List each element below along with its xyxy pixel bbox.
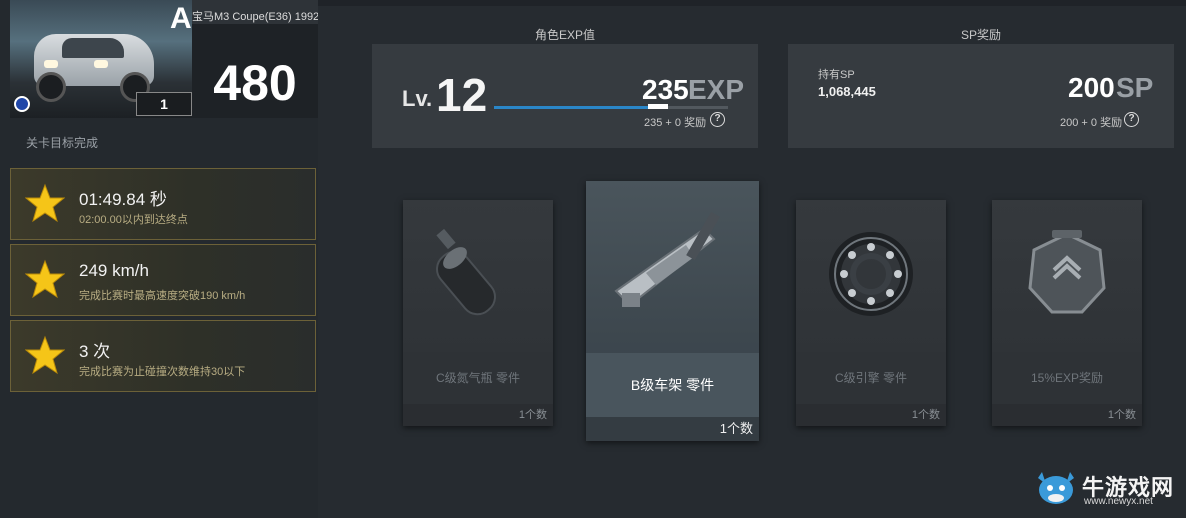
sp-held-value: 1,068,445 [818, 84, 876, 99]
nitro-bottle-icon [436, 228, 496, 316]
sp-panel: 持有SP 1,068,445 200 SP 200 + 0 奖励 ? [788, 44, 1174, 148]
top-strip [318, 0, 1186, 6]
star-icon [25, 259, 65, 299]
reward-quantity: 1个数 [518, 409, 547, 421]
reward-card-exp[interactable]: 15%EXP奖励 1个数 [992, 200, 1142, 426]
rank-badge: 1 [136, 92, 192, 116]
car-card[interactable]: 1 A 宝马M3 Coupe(E36) 1992 480 [10, 0, 318, 118]
car-image: 1 [10, 0, 192, 118]
goal-item-time: 01:49.84 秒 02:00.00以内到达终点 [10, 168, 316, 240]
goal-main-text: 249 km/h [79, 261, 149, 280]
reward-quantity: 1个数 [911, 409, 940, 421]
exp-panel: Lv. 12 235 EXP 235 + 0 奖励 ? [372, 44, 758, 148]
sp-section-title: SP奖励 [960, 28, 1001, 42]
chassis-frame-icon [614, 211, 720, 307]
goals-title: 关卡目标完成 [26, 136, 99, 150]
goal-main-text: 3 次 [79, 342, 111, 361]
goal-main-text: 01:49.84 秒 [79, 190, 167, 209]
left-panel: 1 A 宝马M3 Coupe(E36) 1992 480 关卡目标完成 01:4… [0, 0, 318, 518]
reward-name: C级氮气瓶 零件 [403, 352, 553, 404]
reward-card-nitro[interactable]: C级氮气瓶 零件 1个数 [403, 200, 553, 426]
exp-help-icon[interactable]: ? [710, 112, 725, 127]
goal-item-speed: 249 km/h 完成比赛时最高速度突破190 km/h [10, 244, 316, 316]
level-label: Lv. [402, 86, 433, 111]
reward-quantity: 1个数 [719, 421, 753, 436]
reward-name: C级引擎 零件 [796, 352, 946, 404]
sp-detail: 200 + 0 奖励 [1060, 117, 1123, 129]
sp-unit: SP [1116, 72, 1154, 103]
site-watermark: 牛游戏网 www.newyx.net [1034, 466, 1178, 512]
goal-sub-text: 02:00.00以内到达终点 [79, 214, 188, 226]
reward-quantity: 1个数 [1107, 409, 1136, 421]
performance-index-box: 480 [192, 24, 318, 118]
cow-logo-icon [1038, 472, 1074, 504]
level-value: 12 [436, 69, 488, 121]
goal-sub-text: 完成比赛时最高速度突破190 km/h [79, 290, 246, 302]
exp-progress-fill [494, 106, 649, 109]
exp-detail: 235 + 0 奖励 [644, 117, 707, 129]
goal-sub-text: 完成比赛为止碰撞次数维持30以下 [79, 366, 246, 378]
performance-index-value: 480 [213, 55, 297, 111]
reward-name: 15%EXP奖励 [992, 352, 1142, 404]
reward-card-chassis[interactable]: B级车架 零件 1个数 [586, 181, 759, 441]
nation-flag-icon [14, 96, 30, 112]
sp-help-icon[interactable]: ? [1124, 112, 1139, 127]
star-icon [25, 183, 65, 223]
watermark-url: www.newyx.net [1084, 496, 1153, 507]
goal-item-collision: 3 次 完成比赛为止碰撞次数维持30以下 [10, 320, 316, 392]
bearing-icon [829, 232, 913, 316]
car-name: 宝马M3 Coupe(E36) 1992 [192, 11, 318, 23]
star-icon [25, 335, 65, 375]
exp-section-title: 角色EXP值 [534, 28, 595, 42]
reward-name: B级车架 零件 [586, 353, 759, 417]
car-class-letter: A [170, 2, 192, 35]
exp-progress-bar [494, 104, 728, 109]
reward-card-engine[interactable]: C级引擎 零件 1个数 [796, 200, 946, 426]
exp-value: 235 [642, 74, 689, 105]
sp-held-label: 持有SP [818, 69, 855, 81]
exp-unit: EXP [688, 74, 745, 105]
exp-badge-icon [1028, 230, 1106, 314]
sp-value: 200 [1068, 72, 1115, 103]
exp-progress-marker [648, 104, 669, 109]
